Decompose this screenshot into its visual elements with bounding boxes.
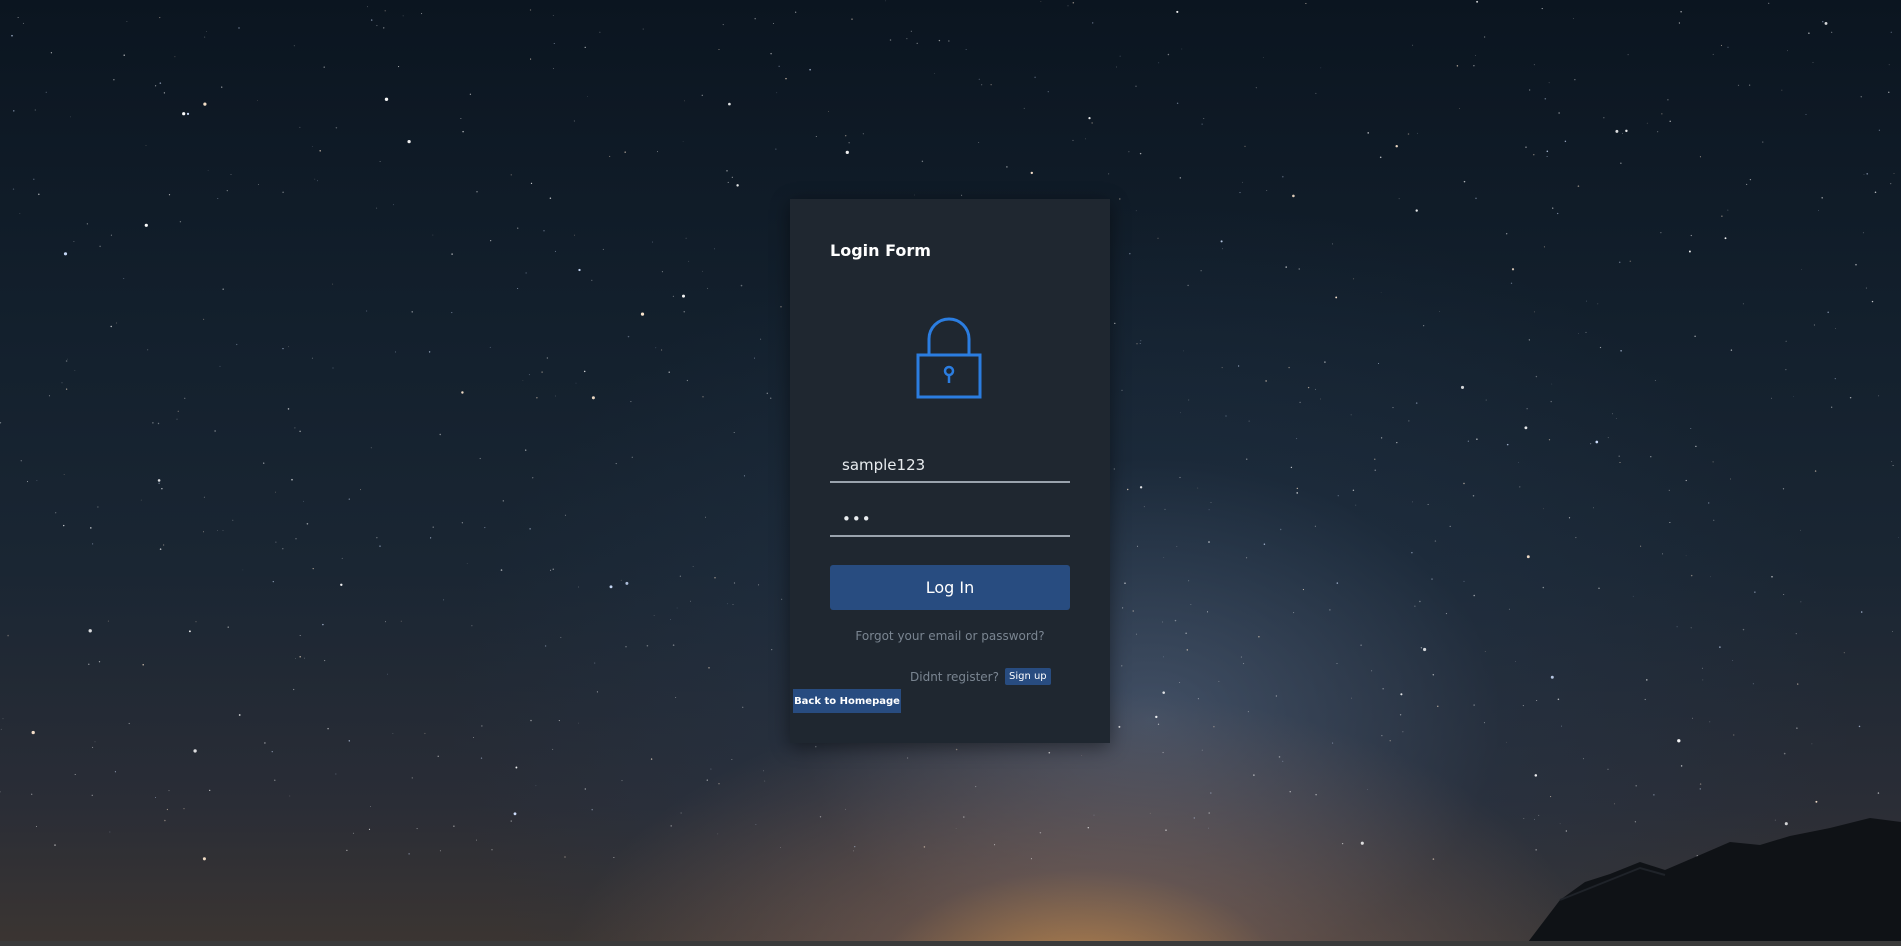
lock-icon	[915, 315, 983, 399]
username-input[interactable]	[830, 449, 1070, 483]
back-to-homepage-button[interactable]: Back to Homepage	[793, 689, 901, 713]
forgot-password-link[interactable]: Forgot your email or password?	[790, 629, 1110, 643]
login-button[interactable]: Log In	[830, 565, 1070, 610]
password-input[interactable]	[830, 503, 1070, 537]
register-prompt: Didnt register?	[910, 669, 999, 684]
starry-background: Login Form Log In Forgot your email or p…	[0, 0, 1901, 946]
form-title: Login Form	[830, 241, 931, 260]
bottom-edge	[0, 941, 1901, 946]
login-card: Login Form Log In Forgot your email or p…	[790, 199, 1110, 743]
register-row: Didnt register? Sign up	[910, 668, 1051, 685]
signup-button[interactable]: Sign up	[1004, 668, 1051, 685]
